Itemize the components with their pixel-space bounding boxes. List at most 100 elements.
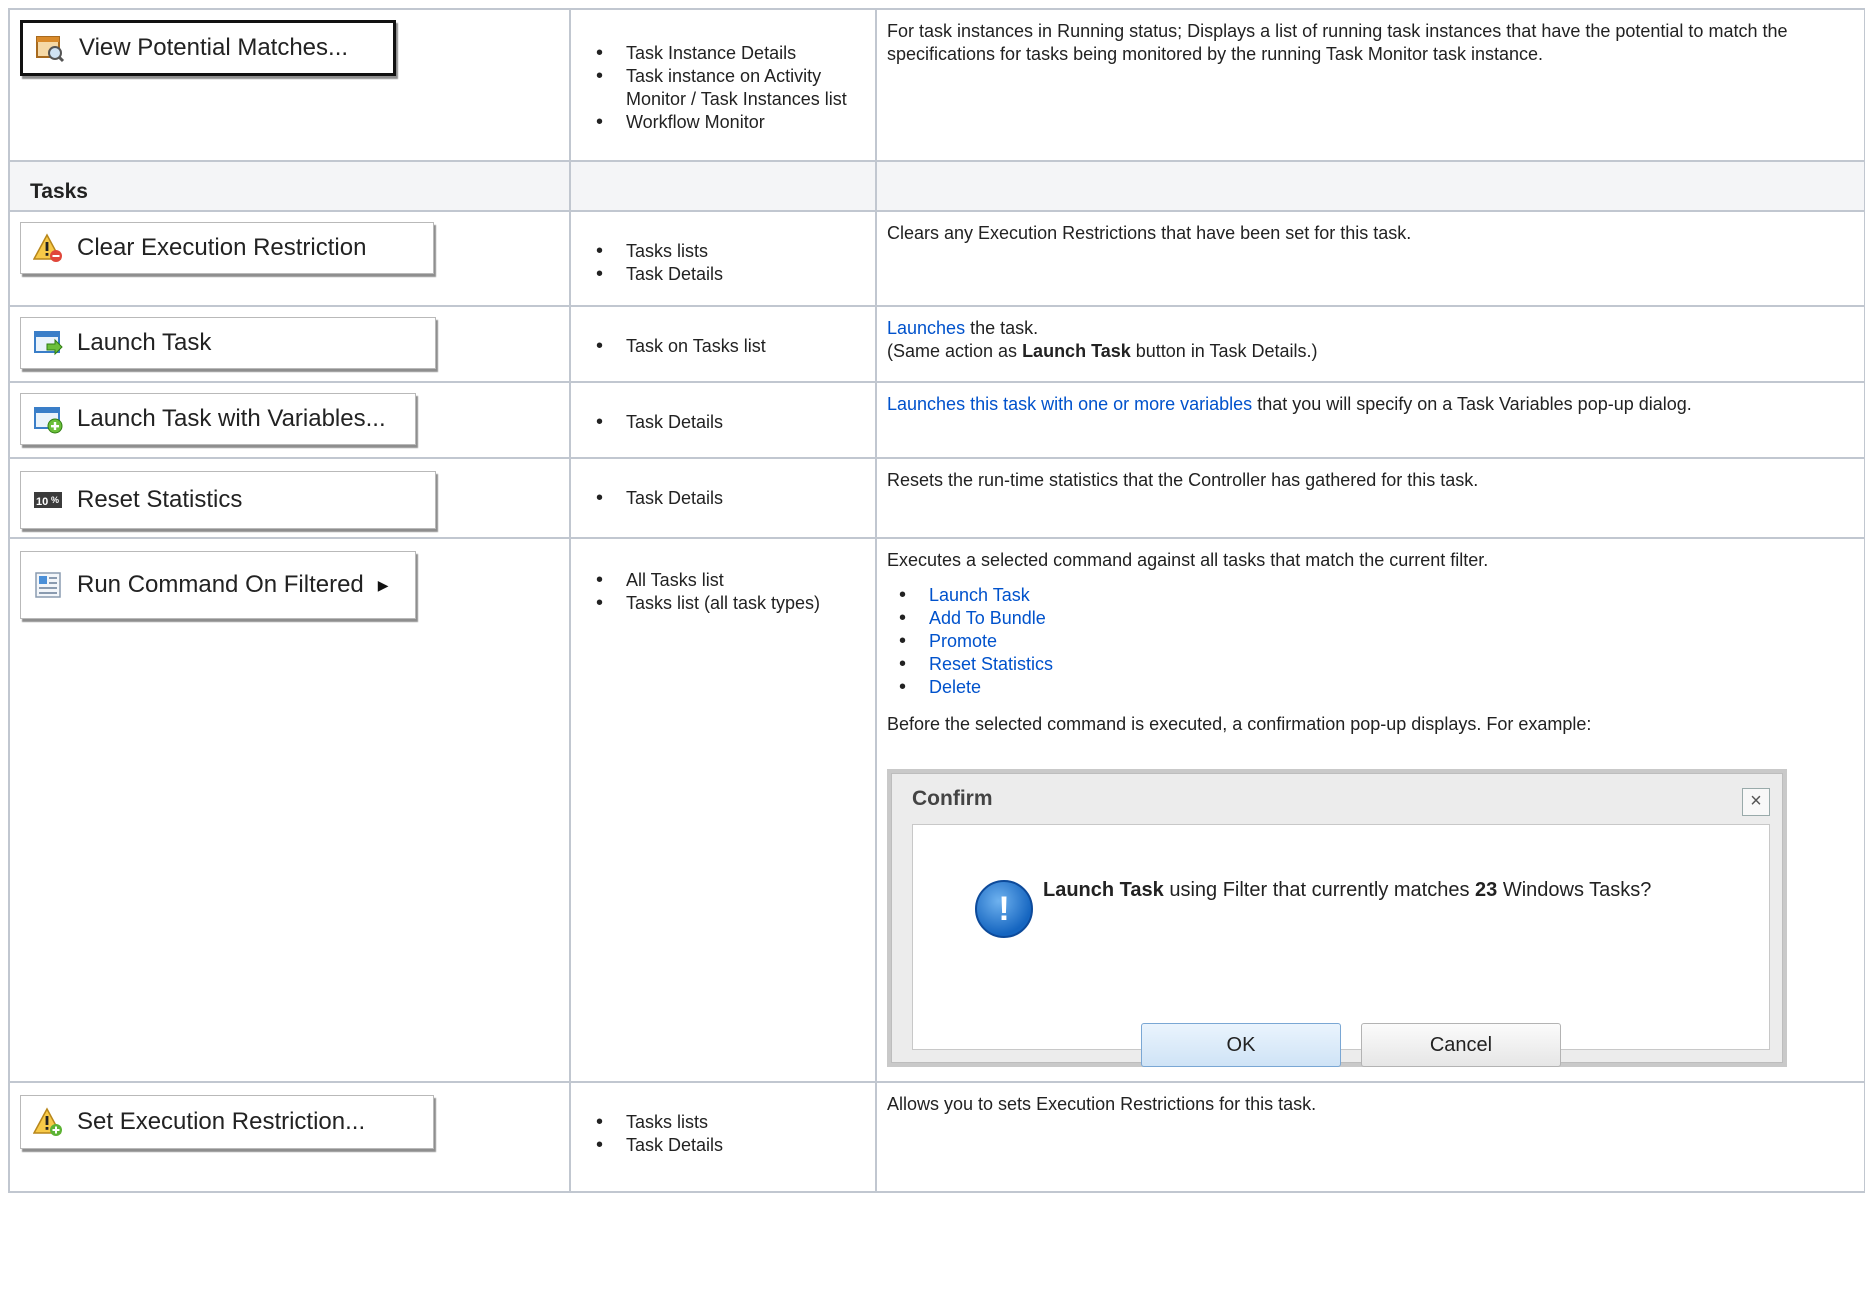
- list-item: Add To Bundle: [899, 607, 1844, 630]
- launches-link[interactable]: Launches: [887, 318, 965, 338]
- table-row: 10 % Reset Statistics Task Details Reset…: [8, 457, 1865, 539]
- location-list: Tasks lists Task Details: [596, 240, 723, 286]
- description-text: Resets the run-time statistics that the …: [887, 470, 1479, 490]
- launch-task-link[interactable]: Launch Task: [929, 585, 1030, 605]
- msg-bold-count: 23: [1475, 879, 1498, 901]
- ok-button[interactable]: OK: [1141, 1023, 1341, 1067]
- location-cell: All Tasks list Tasks list (all task type…: [569, 537, 877, 1083]
- list-item: Promote: [899, 630, 1844, 653]
- button-label: Set Execution Restriction...: [77, 1108, 366, 1135]
- add-to-bundle-link[interactable]: Add To Bundle: [929, 608, 1046, 628]
- description-cell: Executes a selected command against all …: [875, 537, 1865, 1083]
- command-cell: Launch Task: [8, 305, 571, 383]
- warning-restriction-icon: [33, 233, 62, 262]
- run-command-on-filtered-button[interactable]: Run Command On Filtered ▶: [20, 551, 416, 619]
- command-cell: Clear Execution Restriction: [8, 210, 571, 307]
- description-text: Allows you to sets Execution Restriction…: [887, 1094, 1317, 1114]
- location-list: Tasks lists Task Details: [596, 1111, 723, 1157]
- svg-text:%: %: [51, 495, 59, 505]
- note-text: Before the selected command is executed,…: [887, 714, 1592, 734]
- delete-link[interactable]: Delete: [929, 677, 981, 697]
- location-list: Task Instance Details Task instance on A…: [596, 42, 856, 134]
- button-label: Clear Execution Restriction: [77, 234, 367, 261]
- location-cell: Task Details: [569, 381, 877, 459]
- list-item: Tasks lists: [596, 240, 723, 263]
- launches-with-variables-link[interactable]: Launches this task with one or more vari…: [887, 394, 1252, 414]
- location-list: Task Details: [596, 411, 723, 434]
- reset-statistics-button[interactable]: 10 % Reset Statistics: [20, 471, 436, 529]
- table-row: Set Execution Restriction... Tasks lists…: [8, 1081, 1865, 1193]
- info-icon: !: [975, 880, 1033, 938]
- section-header-cell: Tasks: [8, 160, 571, 212]
- location-list: Task on Tasks list: [596, 335, 766, 358]
- list-item: Task Details: [596, 411, 723, 434]
- list-item: Task instance on Activity Monitor / Task…: [596, 65, 856, 111]
- description-text: For task instances in Running status; Di…: [887, 21, 1788, 64]
- submenu-arrow-icon: ▶: [377, 576, 389, 593]
- section-empty-cell: [569, 160, 877, 212]
- desc-line2-bold: Launch Task: [1022, 341, 1131, 361]
- dialog-frame: Confirm × ! Launch Task using Filter tha…: [891, 773, 1783, 1067]
- description-cell: Launches this task with one or more vari…: [875, 381, 1865, 459]
- cancel-button[interactable]: Cancel: [1361, 1023, 1561, 1067]
- dialog-body: ! Launch Task using Filter that currentl…: [912, 824, 1770, 1067]
- table-row: Clear Execution Restriction Tasks lists …: [8, 210, 1865, 307]
- list-item: Tasks lists: [596, 1111, 723, 1134]
- section-empty-cell: [875, 160, 1865, 212]
- command-cell: 10 % Reset Statistics: [8, 457, 571, 539]
- button-label: Reset Statistics: [77, 486, 243, 513]
- confirm-dialog-screenshot: Confirm × ! Launch Task using Filter tha…: [887, 769, 1787, 1067]
- location-list: All Tasks list Tasks list (all task type…: [596, 569, 820, 615]
- description-cell: Clears any Execution Restrictions that h…: [875, 210, 1865, 307]
- button-label: Launch Task: [77, 329, 212, 356]
- list-item: Launch Task: [899, 584, 1844, 607]
- description-cell: Launches the task. (Same action as Launc…: [875, 305, 1865, 383]
- description-text: Clears any Execution Restrictions that h…: [887, 223, 1412, 243]
- list-item: Reset Statistics: [899, 653, 1844, 676]
- set-restriction-icon: [33, 1107, 62, 1136]
- list-item: All Tasks list: [596, 569, 820, 592]
- list-item: Task Details: [596, 487, 723, 510]
- section-title: Tasks: [30, 180, 88, 203]
- description-block: Executes a selected command against all …: [887, 549, 1844, 736]
- view-matches-icon: [36, 36, 65, 63]
- table-row: Launch Task with Variables... Task Detai…: [8, 381, 1865, 459]
- view-potential-matches-button[interactable]: View Potential Matches...: [20, 20, 396, 76]
- button-label: Launch Task with Variables...: [77, 405, 386, 432]
- dialog-message: Launch Task using Filter that currently …: [1043, 879, 1651, 902]
- description-cell: For task instances in Running status; Di…: [875, 8, 1865, 162]
- location-cell: Tasks lists Task Details: [569, 1081, 877, 1193]
- launch-task-icon: [34, 331, 63, 356]
- location-list: Task Details: [596, 487, 723, 510]
- msg-mid: using Filter that currently matches: [1163, 879, 1476, 901]
- msg-end: Windows Tasks?: [1497, 879, 1652, 901]
- description-text: Launches this task with one or more vari…: [887, 393, 1844, 416]
- description-cell: Resets the run-time statistics that the …: [875, 457, 1865, 539]
- list-item: Tasks list (all task types): [596, 592, 820, 615]
- button-label: View Potential Matches...: [79, 34, 349, 61]
- promote-link[interactable]: Promote: [929, 631, 997, 651]
- clear-execution-restriction-button[interactable]: Clear Execution Restriction: [20, 222, 434, 274]
- description-cell: Allows you to sets Execution Restriction…: [875, 1081, 1865, 1193]
- button-label: Run Command On Filtered: [77, 571, 364, 598]
- description-text: Launches the task. (Same action as Launc…: [887, 317, 1844, 363]
- msg-bold-command: Launch Task: [1043, 879, 1164, 901]
- command-cell: Launch Task with Variables...: [8, 381, 571, 459]
- command-cell: Run Command On Filtered ▶: [8, 537, 571, 1083]
- launch-task-with-variables-button[interactable]: Launch Task with Variables...: [20, 393, 416, 445]
- launch-variables-icon: [34, 407, 63, 434]
- description-text: Executes a selected command against all …: [887, 550, 1489, 570]
- location-cell: Task on Tasks list: [569, 305, 877, 383]
- close-icon[interactable]: ×: [1742, 788, 1770, 816]
- desc-rest: that you will specify on a Task Variable…: [1252, 394, 1692, 414]
- desc-rest: the task.: [965, 318, 1039, 338]
- set-execution-restriction-button[interactable]: Set Execution Restriction...: [20, 1095, 434, 1149]
- table-row: Run Command On Filtered ▶ All Tasks list…: [8, 537, 1865, 1083]
- location-cell: Tasks lists Task Details: [569, 210, 877, 307]
- reset-statistics-icon: 10 %: [34, 492, 62, 508]
- list-item: Task Details: [596, 263, 723, 286]
- location-cell: Task Details: [569, 457, 877, 539]
- launch-task-button[interactable]: Launch Task: [20, 317, 436, 369]
- reset-statistics-link[interactable]: Reset Statistics: [929, 654, 1053, 674]
- list-item: Task Instance Details: [596, 42, 856, 65]
